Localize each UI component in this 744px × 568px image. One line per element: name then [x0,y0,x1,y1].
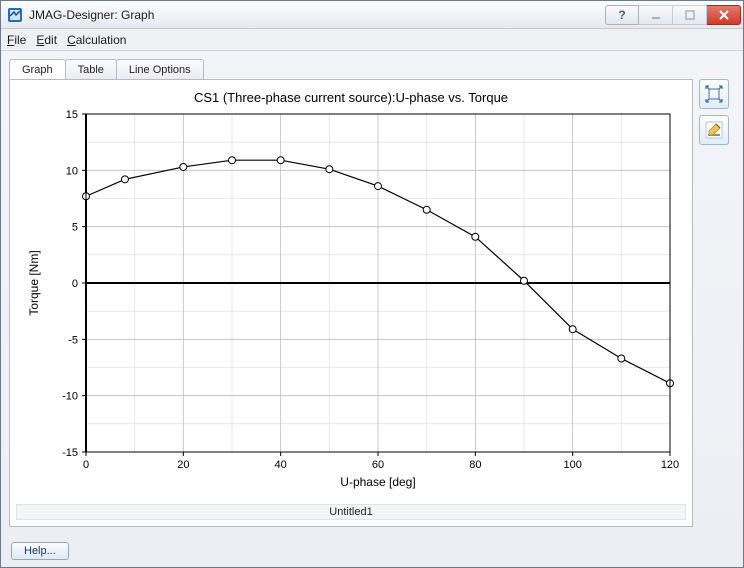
chart: CS1 (Three-phase current source):U-phase… [16,86,686,498]
minimize-button [639,5,673,25]
fit-extents-button[interactable] [699,79,729,109]
help-dialog-button[interactable]: Help... [11,542,69,560]
left-column: Graph Table Line Options CS1 (Three-phas… [9,57,693,527]
svg-text:0: 0 [83,459,89,471]
window-controls: ? [605,5,741,25]
menu-file[interactable]: File [7,33,26,47]
title-bar: JMAG-Designer: Graph ? [1,1,743,29]
close-button[interactable] [707,5,741,25]
svg-text:120: 120 [661,459,679,471]
menu-bar: File Edit Calculation [1,29,743,51]
footer: Help... [1,535,743,567]
fit-extents-icon [704,84,724,104]
svg-text:80: 80 [469,459,481,471]
tab-line-options[interactable]: Line Options [116,59,204,79]
svg-text:40: 40 [275,459,287,471]
tab-strip: Graph Table Line Options [9,57,693,79]
svg-text:-10: -10 [62,391,78,403]
tab-body: CS1 (Three-phase current source):U-phase… [9,79,693,527]
svg-text:CS1 (Three-phase current sourc: CS1 (Three-phase current source):U-phase… [194,90,508,105]
app-window: JMAG-Designer: Graph ? File Edit Calcula… [0,0,744,568]
app-icon [7,7,23,23]
svg-text:15: 15 [66,109,78,121]
svg-text:Torque [Nm]: Torque [Nm] [27,250,41,315]
edit-style-button[interactable] [699,115,729,145]
svg-text:5: 5 [72,222,78,234]
svg-text:10: 10 [66,165,78,177]
menu-calculation[interactable]: Calculation [67,33,126,47]
window-title: JMAG-Designer: Graph [29,8,605,22]
svg-text:100: 100 [563,459,581,471]
svg-text:60: 60 [372,459,384,471]
edit-style-icon [704,120,724,140]
legend-bar: Untitled1 [16,504,686,520]
svg-text:0: 0 [72,278,78,290]
svg-text:-15: -15 [62,447,78,459]
maximize-button [673,5,707,25]
content-area: Graph Table Line Options CS1 (Three-phas… [1,51,743,535]
svg-text:20: 20 [177,459,189,471]
tool-column [699,57,735,527]
tab-table[interactable]: Table [65,59,117,79]
svg-text:-5: -5 [68,334,78,346]
legend-label: Untitled1 [329,506,372,518]
tab-graph[interactable]: Graph [9,59,66,79]
menu-edit[interactable]: Edit [36,33,57,47]
svg-text:U-phase [deg]: U-phase [deg] [340,475,415,489]
help-button[interactable]: ? [605,5,639,25]
